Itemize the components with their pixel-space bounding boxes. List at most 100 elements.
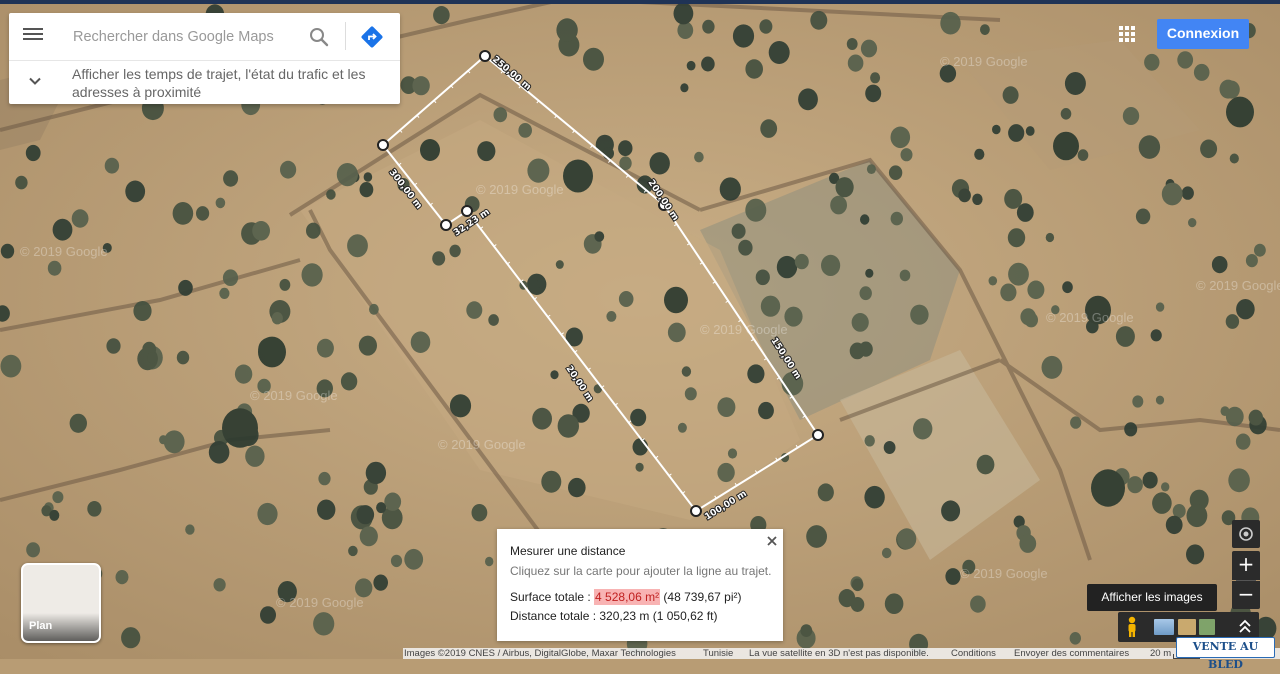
- search-icon[interactable]: [307, 25, 331, 49]
- tree: [69, 413, 88, 433]
- imagery-thumbnail[interactable]: [1154, 619, 1174, 635]
- tree: [477, 141, 496, 162]
- measure-point[interactable]: [440, 219, 452, 231]
- tree: [1161, 482, 1170, 492]
- tree: [87, 501, 102, 517]
- my-location-button[interactable]: [1232, 520, 1260, 548]
- map-watermark: © 2019 Google: [438, 437, 526, 452]
- top-strip: [0, 0, 1280, 4]
- scale-label[interactable]: 20 m: [1150, 648, 1171, 659]
- map-watermark: © 2019 Google: [20, 244, 108, 259]
- tree: [71, 209, 89, 228]
- tree: [485, 556, 494, 567]
- tree: [1060, 108, 1072, 120]
- tree: [1138, 135, 1161, 159]
- tree: [821, 254, 841, 276]
- zoom-in-button[interactable]: +: [1232, 551, 1260, 580]
- tree: [686, 60, 696, 71]
- zoom-out-button[interactable]: −: [1232, 581, 1260, 609]
- imagery-thumbnail[interactable]: [1178, 619, 1196, 635]
- tree: [532, 407, 552, 430]
- tree: [830, 195, 847, 215]
- tree: [701, 56, 715, 72]
- tree: [1186, 544, 1205, 565]
- expand-nearby-row[interactable]: Afficher les temps de trajet, l'état du …: [9, 61, 400, 104]
- tree: [47, 260, 62, 276]
- search-input[interactable]: [71, 24, 305, 50]
- tree: [410, 331, 431, 354]
- tree: [172, 202, 194, 225]
- tree: [25, 144, 41, 162]
- tree: [222, 408, 258, 448]
- tree: [1135, 208, 1151, 225]
- measure-point[interactable]: [377, 139, 389, 151]
- country-label[interactable]: Tunisie: [703, 648, 733, 659]
- directions-icon[interactable]: [359, 24, 385, 50]
- menu-icon[interactable]: [23, 26, 45, 46]
- close-icon[interactable]: [763, 532, 781, 550]
- tree: [258, 336, 286, 368]
- tree: [1228, 468, 1250, 493]
- tree: [851, 578, 864, 592]
- tree: [363, 172, 373, 182]
- tree: [1002, 86, 1019, 104]
- tree: [1181, 186, 1194, 200]
- measure-point[interactable]: [812, 429, 824, 441]
- tree: [121, 627, 141, 649]
- tree: [213, 578, 226, 592]
- tree: [104, 157, 120, 174]
- tree: [1211, 256, 1228, 274]
- tree: [219, 287, 230, 299]
- feedback-link[interactable]: Envoyer des commentaires: [1014, 648, 1129, 659]
- tree: [133, 301, 152, 321]
- tree: [835, 177, 854, 198]
- apps-grid-icon[interactable]: [1117, 24, 1137, 44]
- tree: [859, 286, 872, 301]
- tree: [1016, 203, 1034, 222]
- tree: [557, 414, 579, 438]
- tree: [851, 313, 869, 332]
- tree: [1254, 243, 1266, 257]
- tree: [881, 547, 892, 559]
- tree: [632, 438, 649, 456]
- measure-point[interactable]: [461, 205, 473, 217]
- tree: [52, 218, 73, 241]
- tree: [664, 286, 688, 314]
- chevron-up-icon[interactable]: [1237, 617, 1253, 635]
- tree: [970, 595, 986, 613]
- tree: [252, 221, 270, 241]
- tree: [838, 589, 856, 608]
- tree: [680, 83, 689, 93]
- measure-point[interactable]: [690, 505, 702, 517]
- map-layer-switch[interactable]: Plan: [21, 563, 101, 643]
- tree: [694, 151, 704, 163]
- tree: [1019, 534, 1037, 553]
- pegman-icon[interactable]: [1125, 616, 1139, 638]
- tree: [747, 364, 765, 384]
- tree: [1220, 406, 1230, 416]
- tree: [910, 304, 929, 325]
- tree: [1115, 326, 1135, 347]
- tree: [336, 163, 358, 187]
- watermark-badge: VENTE AU BLED: [1176, 637, 1275, 671]
- tree: [147, 352, 158, 364]
- tree: [326, 189, 336, 200]
- tree: [359, 526, 378, 547]
- tree: [883, 441, 896, 454]
- imagery-thumbnail[interactable]: [1199, 619, 1215, 635]
- tree: [594, 231, 605, 242]
- tree: [988, 276, 998, 286]
- tree: [541, 470, 562, 493]
- terms-link[interactable]: Conditions: [951, 648, 996, 659]
- tree: [864, 435, 875, 447]
- tree: [897, 528, 917, 550]
- tree: [1132, 395, 1144, 408]
- measure-point[interactable]: [479, 50, 491, 62]
- tree: [1007, 228, 1026, 248]
- tree: [466, 301, 483, 319]
- tree: [1155, 395, 1165, 405]
- tree: [860, 214, 870, 225]
- tree: [159, 435, 168, 445]
- login-button[interactable]: Connexion: [1157, 19, 1249, 49]
- tree: [913, 418, 933, 440]
